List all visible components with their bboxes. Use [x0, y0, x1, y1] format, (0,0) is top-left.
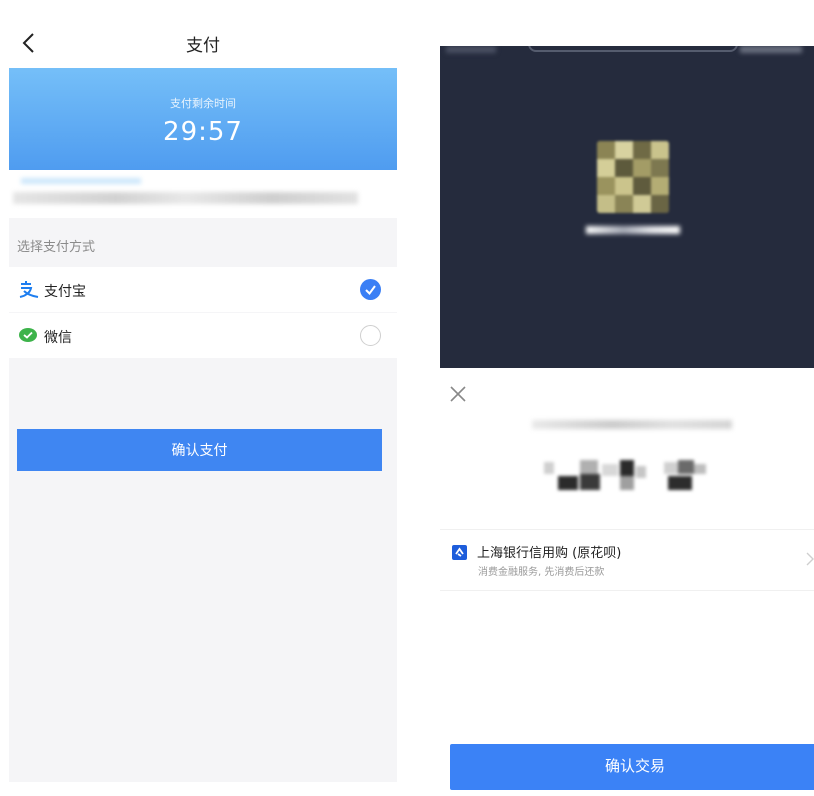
redacted-amount: [540, 458, 720, 494]
payment-option-title: 上海银行信用购 (原花呗): [477, 546, 622, 561]
payee-avatar-redacted: [597, 141, 669, 213]
redacted-amount-label: [532, 420, 732, 429]
radio-checked-icon[interactable]: [360, 279, 381, 300]
screenshot-root: 支付 支付剩余时间 29:57 选择支付方式 支付宝 微信 确认支付 上海银行信…: [0, 0, 814, 796]
order-info-redacted: [9, 170, 397, 218]
payment-option-card[interactable]: 上海银行信用购 (原花呗) 消费金融服务, 先消费后还款: [440, 529, 814, 591]
section-label: 选择支付方式: [17, 240, 96, 255]
countdown-banner: 支付剩余时间 29:57: [9, 68, 397, 170]
radio-unchecked-icon[interactable]: [360, 325, 381, 346]
countdown-label: 支付剩余时间: [170, 97, 236, 110]
alipay-icon: [19, 281, 39, 298]
payment-option-label: 支付宝: [44, 284, 86, 300]
payment-screen-right: 上海银行信用购 (原花呗) 消费金融服务, 先消费后还款 确认交易: [440, 46, 814, 796]
bank-logo-icon: [452, 545, 467, 560]
page-title: 支付: [186, 36, 220, 56]
chevron-right-icon: [806, 552, 814, 566]
payment-option-subtitle: 消费金融服务, 先消费后还款: [478, 567, 605, 578]
payment-option-wechat[interactable]: 微信: [9, 313, 397, 358]
redacted-text: [13, 192, 358, 204]
status-bar-pill: [528, 46, 738, 52]
payment-option-alipay[interactable]: 支付宝: [9, 267, 397, 312]
redacted-status: [446, 46, 496, 53]
redacted-payee-name: [586, 226, 680, 234]
payee-panel: [440, 46, 814, 368]
confirm-transaction-button[interactable]: 确认交易: [450, 744, 814, 790]
payment-screen-left: 支付 支付剩余时间 29:57 选择支付方式 支付宝 微信 确认支付: [9, 14, 397, 782]
wechat-icon: [19, 328, 37, 342]
nav-bar: 支付: [9, 14, 397, 68]
redacted-status: [740, 46, 802, 53]
confirm-payment-button[interactable]: 确认支付: [17, 429, 382, 471]
close-icon[interactable]: [448, 384, 468, 404]
payment-option-label: 微信: [44, 330, 72, 346]
redacted-text: [21, 178, 141, 184]
countdown-value: 29:57: [163, 117, 243, 147]
